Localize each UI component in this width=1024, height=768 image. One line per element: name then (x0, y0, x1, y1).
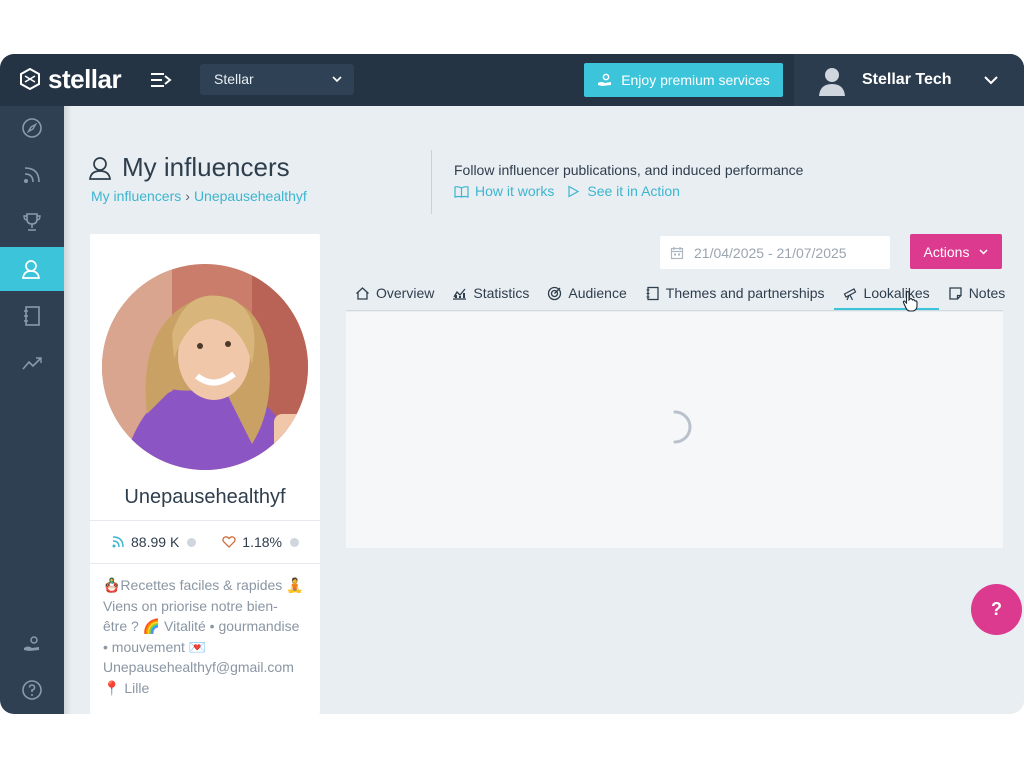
hand-cursor-icon (902, 291, 918, 312)
trend-icon (22, 357, 42, 370)
sidebar-item-influencers[interactable] (0, 247, 64, 291)
influencer-name: Unepausehealthyf (124, 486, 286, 508)
bio-line: être ? 🌈 Vitalité • gourmandise (103, 618, 300, 634)
actions-label: Actions (923, 243, 970, 260)
play-icon (568, 184, 580, 198)
tab-lookalikes[interactable]: Lookalikes (833, 276, 939, 311)
brand-name: stellar (48, 64, 122, 94)
page-header: My influencers (88, 152, 290, 183)
header-divider (431, 150, 432, 214)
engagement-rate: 1.18% (242, 534, 282, 550)
info-icon[interactable] (187, 537, 197, 547)
feed-icon (112, 536, 124, 548)
profile-photo-image (102, 264, 308, 470)
profile-card: Unepausehealthyf 88.99 K 1.18% 🪆Recettes… (90, 234, 320, 714)
tab-statistics[interactable]: Statistics (443, 276, 538, 310)
compass-icon (22, 118, 42, 138)
how-it-works-link[interactable]: How it works (454, 183, 554, 199)
sidebar-item-campaigns[interactable] (0, 200, 64, 244)
profile-bio: 🪆Recettes faciles & rapides 🧘 Viens on p… (103, 575, 309, 698)
bio-line: Unepausehealthyf@gmail.com (103, 659, 294, 675)
date-range-value: 21/04/2025 - 21/07/2025 (694, 244, 847, 261)
sidebar-item-help[interactable] (0, 668, 64, 712)
premium-hand-icon (598, 73, 612, 86)
chevron-down-icon (984, 76, 998, 85)
home-icon (356, 286, 369, 300)
breadcrumb-current[interactable]: Unepausehealthyf (194, 188, 307, 204)
workspace-select-value: Stellar (214, 71, 254, 87)
bio-line: 🪆Recettes faciles & rapides 🧘 (103, 577, 304, 593)
open-book-icon (454, 185, 469, 198)
tab-content-panel (346, 312, 1003, 548)
tab-statistics-label: Statistics (473, 285, 530, 301)
content-shadow (64, 106, 72, 714)
book-icon (646, 286, 659, 300)
premium-services-button[interactable]: Enjoy premium services (584, 63, 783, 97)
tab-notes-label: Notes (968, 285, 1006, 301)
help-fab-button[interactable]: ? (971, 584, 1022, 635)
brand-logo[interactable]: stellar (18, 64, 122, 94)
note-icon (949, 286, 962, 300)
trophy-icon (23, 213, 41, 231)
tab-notes[interactable]: Notes (939, 276, 1015, 310)
sidebar-item-premium[interactable] (0, 622, 64, 666)
sidebar-item-feed[interactable] (0, 153, 64, 197)
logo-hexagon-icon (20, 67, 40, 91)
feed-icon (24, 167, 40, 183)
loading-spinner-icon (673, 410, 692, 444)
telescope-icon (843, 287, 856, 300)
bio-line: • mouvement 💌 (103, 638, 207, 655)
bio-line: 📍 Lille (103, 679, 150, 696)
how-it-works-label: How it works (475, 183, 555, 199)
avatar-icon (819, 68, 845, 96)
tab-audience[interactable]: Audience (538, 276, 635, 310)
sidebar-item-reports[interactable] (0, 294, 64, 338)
help-links: How it works See it in Action (454, 183, 680, 199)
premium-hand-icon (24, 636, 39, 651)
chevron-down-icon (332, 76, 342, 83)
user-icon (22, 260, 40, 279)
sidebar-item-analytics[interactable] (0, 341, 64, 385)
user-menu[interactable]: Stellar Tech (794, 54, 1024, 106)
menu-toggle-icon[interactable] (150, 70, 172, 90)
bio-line: Viens on priorise notre bien- (103, 597, 278, 614)
page-title: My influencers (122, 152, 290, 182)
help-circle-icon (22, 680, 42, 700)
breadcrumb-separator: › (185, 188, 190, 204)
calendar-icon (670, 246, 684, 259)
premium-services-label: Enjoy premium services (621, 72, 770, 88)
app-window: stellar Stellar Enjoy premium services S… (0, 54, 1024, 714)
chart-icon (453, 288, 467, 300)
user-name: Stellar Tech (862, 71, 952, 88)
breadcrumb-link-influencers[interactable]: My influencers (91, 188, 181, 204)
followers-stat: 88.99 K (111, 534, 197, 550)
workspace-select[interactable]: Stellar (200, 64, 354, 95)
tab-themes-partnerships-label: Themes and partnerships (665, 285, 825, 301)
tab-overview-label: Overview (376, 285, 435, 301)
tab-overview[interactable]: Overview (346, 276, 443, 310)
heart-icon (222, 536, 236, 548)
user-icon (89, 156, 111, 180)
see-it-in-action-label: See it in Action (587, 183, 680, 199)
target-icon (548, 286, 562, 300)
sidebar (0, 106, 64, 714)
breadcrumb: My influencers › Unepausehealthyf (91, 188, 307, 204)
top-bar: stellar Stellar Enjoy premium services S… (0, 54, 1024, 106)
tab-audience-label: Audience (568, 285, 627, 301)
page-description: Follow influencer publications, and indu… (454, 162, 804, 178)
actions-button[interactable]: Actions (910, 234, 1002, 269)
profile-stats: 88.99 K 1.18% (90, 520, 320, 564)
notebook-icon (24, 306, 40, 326)
date-range-picker[interactable]: 21/04/2025 - 21/07/2025 (660, 236, 890, 269)
chevron-down-icon (979, 248, 988, 255)
tab-themes-partnerships[interactable]: Themes and partnerships (636, 276, 834, 310)
see-it-in-action-link[interactable]: See it in Action (566, 183, 680, 199)
engagement-stat: 1.18% (222, 534, 299, 550)
info-icon[interactable] (289, 537, 299, 547)
profile-photo (102, 264, 308, 470)
followers-count: 88.99 K (131, 534, 180, 550)
sidebar-item-discover[interactable] (0, 106, 64, 150)
profile-tabs: Overview Statistics Audience Themes and … (346, 276, 1024, 311)
